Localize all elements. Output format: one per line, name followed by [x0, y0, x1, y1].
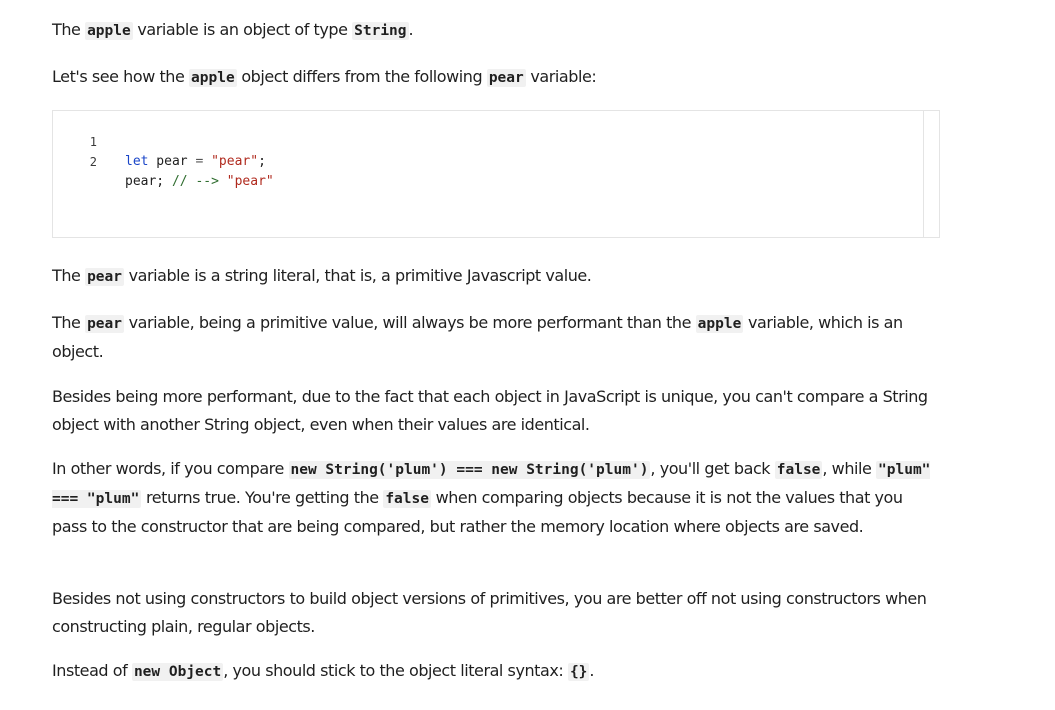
code-line: 2 pear; // --> "pear": [53, 132, 274, 189]
text: returns true. You're getting the: [145, 488, 379, 507]
paragraph-compare-intro: Let's see how the apple object differs f…: [52, 63, 597, 92]
code-block[interactable]: 1 let pear = "pear"; 2 pear; // --> "pea…: [52, 110, 940, 238]
vertical-scrollbar[interactable]: [923, 111, 939, 237]
text: The: [52, 313, 81, 332]
inline-code-pear: pear: [85, 315, 124, 333]
paragraph-constructors: Besides not using constructors to build …: [52, 589, 927, 636]
text: The: [52, 20, 81, 39]
inline-code-pear: pear: [85, 268, 124, 286]
inline-code-pear: pear: [486, 69, 526, 87]
identifier: pear: [148, 154, 196, 169]
inline-code-comparison: new String('plum') === new String('plum'…: [288, 461, 651, 479]
paragraph-performance: The pear variable, being a primitive val…: [52, 309, 942, 366]
text: .: [408, 20, 414, 39]
text: , while: [822, 459, 872, 478]
code-line: 1 let pear = "pear";: [53, 112, 266, 169]
comment: // -->: [171, 174, 219, 189]
inline-code-apple: apple: [189, 69, 237, 87]
code-source[interactable]: pear; // --> "pear": [125, 172, 274, 192]
text: , you should stick to the object literal…: [223, 661, 564, 680]
string-literal: "pear": [211, 154, 259, 169]
text: variable:: [530, 67, 597, 86]
paragraph-comparison: In other words, if you compare new Strin…: [52, 455, 942, 541]
text: .: [589, 661, 595, 680]
inline-code-apple: apple: [695, 315, 744, 333]
code-source[interactable]: let pear = "pear";: [125, 152, 266, 172]
text: Let's see how the: [52, 67, 185, 86]
identifier: pear;: [125, 174, 165, 189]
inline-code-apple: apple: [85, 22, 133, 40]
inline-code-string: String: [352, 22, 409, 40]
inline-code-false: false: [774, 461, 823, 479]
paragraph-object-literal: Instead of new Object, you should stick …: [52, 657, 594, 686]
string-literal: "pear": [226, 174, 274, 189]
inline-code-new-object: new Object: [131, 663, 224, 681]
text: The: [52, 266, 81, 285]
paragraph-apple-type: The apple variable is an object of type …: [52, 16, 414, 45]
text: In other words, if you compare: [52, 459, 284, 478]
inline-code-false: false: [383, 490, 431, 508]
punctuation: ;: [258, 154, 266, 169]
text: variable is a string literal, that is, a…: [128, 266, 592, 285]
paragraph-uniqueness: Besides being more performant, due to th…: [52, 387, 928, 434]
inline-code-braces: {}: [567, 663, 590, 681]
text: variable is an object of type: [137, 20, 348, 39]
paragraph-pear-literal: The pear variable is a string literal, t…: [52, 262, 592, 291]
text: , you'll get back: [650, 459, 771, 478]
text: variable, being a primitive value, will …: [128, 313, 692, 332]
text: Instead of: [52, 661, 128, 680]
line-number: 2: [89, 155, 97, 169]
text: object differs from the following: [241, 67, 483, 86]
keyword: let: [125, 154, 149, 169]
